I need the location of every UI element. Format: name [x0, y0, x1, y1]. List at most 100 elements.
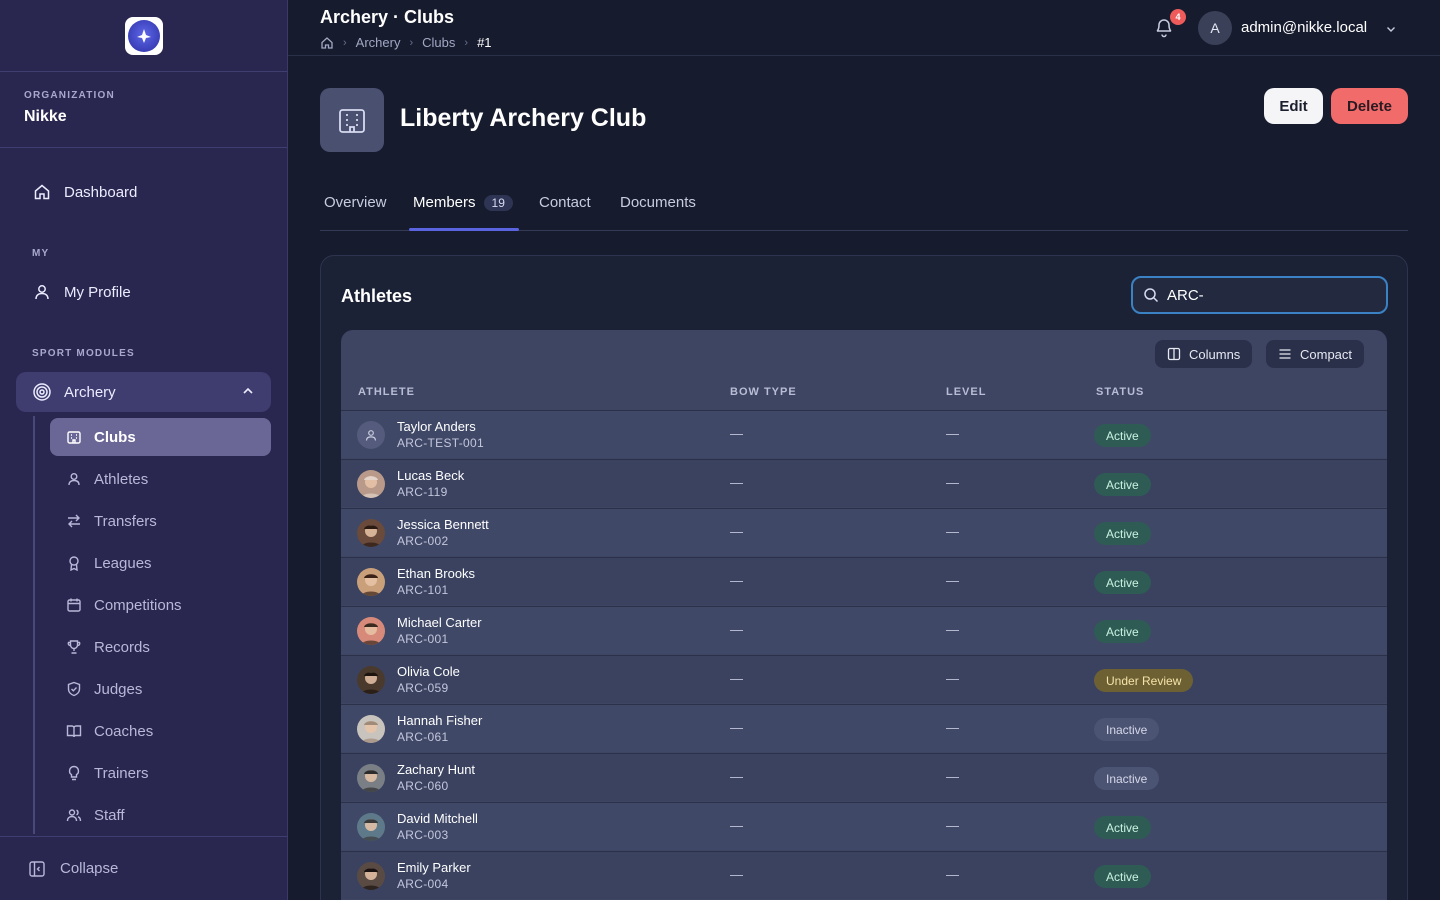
column-header-athlete[interactable]: ATHLETE	[358, 386, 415, 398]
sidebar-subitem-staff[interactable]: Staff	[50, 796, 271, 834]
collapse-sidebar-button[interactable]: Collapse	[0, 836, 288, 900]
athlete-code: ARC-061	[397, 730, 449, 744]
sidebar-item-label: Dashboard	[64, 183, 138, 201]
tab-bar: Overview Members 19 Contact Documents	[320, 182, 1408, 231]
table-row[interactable]: Emily Parker ARC-004 — — Active	[341, 851, 1387, 899]
sidebar-subitem-athletes[interactable]: Athletes	[50, 460, 271, 498]
athlete-name[interactable]: Jessica Bennett	[397, 517, 489, 532]
sidebar-subitem-trainers[interactable]: Trainers	[50, 754, 271, 792]
athlete-name[interactable]: Taylor Anders	[397, 419, 476, 434]
status-badge: Active	[1094, 571, 1151, 594]
athlete-name[interactable]: Lucas Beck	[397, 468, 464, 483]
users-icon	[66, 807, 82, 823]
table-row[interactable]: Hannah Fisher ARC-061 — — Inactive	[341, 704, 1387, 752]
search-box[interactable]	[1131, 276, 1388, 314]
compact-button[interactable]: Compact	[1266, 340, 1365, 368]
logo-emblem-icon	[127, 19, 160, 52]
athlete-name[interactable]: Zachary Hunt	[397, 762, 475, 777]
status-badge: Active	[1094, 865, 1151, 888]
active-tab-indicator	[409, 228, 519, 231]
athletes-table: Columns Compact ATHLETE BOW TYPE LEVEL S…	[341, 330, 1387, 900]
column-header-bow-type[interactable]: BOW TYPE	[730, 386, 797, 398]
athlete-code: ARC-059	[397, 681, 449, 695]
chevron-up-icon[interactable]	[241, 384, 255, 402]
avatar	[357, 666, 385, 694]
breadcrumb-separator: ›	[343, 36, 347, 49]
sidebar-subitem-leagues[interactable]: Leagues	[50, 544, 271, 582]
tab-contact[interactable]: Contact	[539, 194, 591, 211]
section-label-sport-modules: SPORT MODULES	[32, 348, 135, 359]
breadcrumb: › Archery › Clubs › #1	[320, 35, 492, 50]
level-value: —	[946, 573, 959, 588]
sidebar-subitem-transfers[interactable]: Transfers	[50, 502, 271, 540]
user-icon	[32, 282, 52, 302]
table-row[interactable]: Zachary Hunt ARC-060 — — Inactive	[341, 753, 1387, 801]
sidebar-subitem-label: Leagues	[94, 554, 152, 572]
bow-type-value: —	[730, 475, 743, 490]
sidebar-item-my-profile[interactable]: My Profile	[16, 272, 271, 312]
tab-documents[interactable]: Documents	[620, 194, 696, 211]
page-title: Archery · Clubs	[320, 7, 455, 27]
table-row[interactable]: Michael Carter ARC-001 — — Active	[341, 606, 1387, 654]
sidebar-item-dashboard[interactable]: Dashboard	[16, 172, 271, 212]
app-logo[interactable]	[124, 16, 163, 55]
column-header-level[interactable]: LEVEL	[946, 386, 986, 398]
organization-block: ORGANIZATION Nikke	[0, 72, 287, 148]
tab-members[interactable]: Members 19	[413, 194, 513, 211]
breadcrumb-archery[interactable]: Archery	[356, 35, 401, 50]
athlete-name[interactable]: Emily Parker	[397, 860, 471, 875]
avatar	[357, 470, 385, 498]
athlete-name[interactable]: David Mitchell	[397, 811, 478, 826]
table-row[interactable]: David Mitchell ARC-003 — — Active	[341, 802, 1387, 850]
home-icon[interactable]	[320, 36, 334, 50]
athlete-name[interactable]: Hannah Fisher	[397, 713, 482, 728]
table-row[interactable]: Ethan Brooks ARC-101 — — Active	[341, 557, 1387, 605]
submenu-guide-line	[33, 416, 35, 834]
avatar	[357, 568, 385, 596]
bow-type-value: —	[730, 867, 743, 882]
sidebar: ORGANIZATION Nikke Dashboard MY My Profi…	[0, 0, 288, 900]
section-label-my: MY	[32, 248, 50, 259]
sidebar-subitem-judges[interactable]: Judges	[50, 670, 271, 708]
org-label: ORGANIZATION	[24, 90, 115, 101]
sidebar-subitem-coaches[interactable]: Coaches	[50, 712, 271, 750]
search-input[interactable]	[1167, 286, 1367, 304]
collapse-label: Collapse	[60, 860, 119, 877]
avatar	[357, 813, 385, 841]
compact-label: Compact	[1300, 346, 1353, 362]
sidebar-subitem-records[interactable]: Records	[50, 628, 271, 666]
sidebar-subitem-competitions[interactable]: Competitions	[50, 586, 271, 624]
avatar[interactable]: A	[1198, 11, 1232, 45]
shield-check-icon	[66, 681, 82, 697]
chevron-down-icon[interactable]	[1385, 22, 1397, 40]
bow-type-value: —	[730, 524, 743, 539]
sidebar-subitem-clubs[interactable]: Clubs	[50, 418, 271, 456]
table-row[interactable]: Lucas Beck ARC-119 — — Active	[341, 459, 1387, 507]
athlete-name[interactable]: Olivia Cole	[397, 664, 460, 679]
user-email[interactable]: admin@nikke.local	[1241, 19, 1367, 36]
column-header-status[interactable]: STATUS	[1096, 386, 1144, 398]
avatar	[357, 764, 385, 792]
status-badge: Under Review	[1094, 669, 1194, 692]
athlete-name[interactable]: Michael Carter	[397, 615, 482, 630]
edit-button[interactable]: Edit	[1264, 88, 1323, 124]
table-row[interactable]: Taylor Anders ARC-TEST-001 — — Active	[341, 410, 1387, 458]
sidebar-subitem-label: Clubs	[94, 428, 136, 446]
athlete-name[interactable]: Ethan Brooks	[397, 566, 475, 581]
athlete-code: ARC-TEST-001	[397, 436, 484, 450]
table-row[interactable]: Jessica Bennett ARC-002 — — Active	[341, 508, 1387, 556]
delete-button[interactable]: Delete	[1331, 88, 1408, 124]
sidebar-subitem-label: Staff	[94, 806, 125, 824]
tab-overview[interactable]: Overview	[324, 194, 387, 211]
sidebar-item-label: Archery	[64, 383, 116, 401]
sidebar-item-archery[interactable]: Archery	[16, 372, 271, 412]
athlete-code: ARC-119	[397, 485, 448, 499]
breadcrumb-clubs[interactable]: Clubs	[422, 35, 455, 50]
table-row[interactable]: Olivia Cole ARC-059 — — Under Review	[341, 655, 1387, 703]
columns-button[interactable]: Columns	[1155, 340, 1253, 368]
menu-lines-icon	[1278, 347, 1292, 361]
home-icon	[32, 182, 52, 202]
avatar	[357, 519, 385, 547]
athlete-code: ARC-001	[397, 632, 449, 646]
sidebar-subitem-label: Coaches	[94, 722, 154, 740]
